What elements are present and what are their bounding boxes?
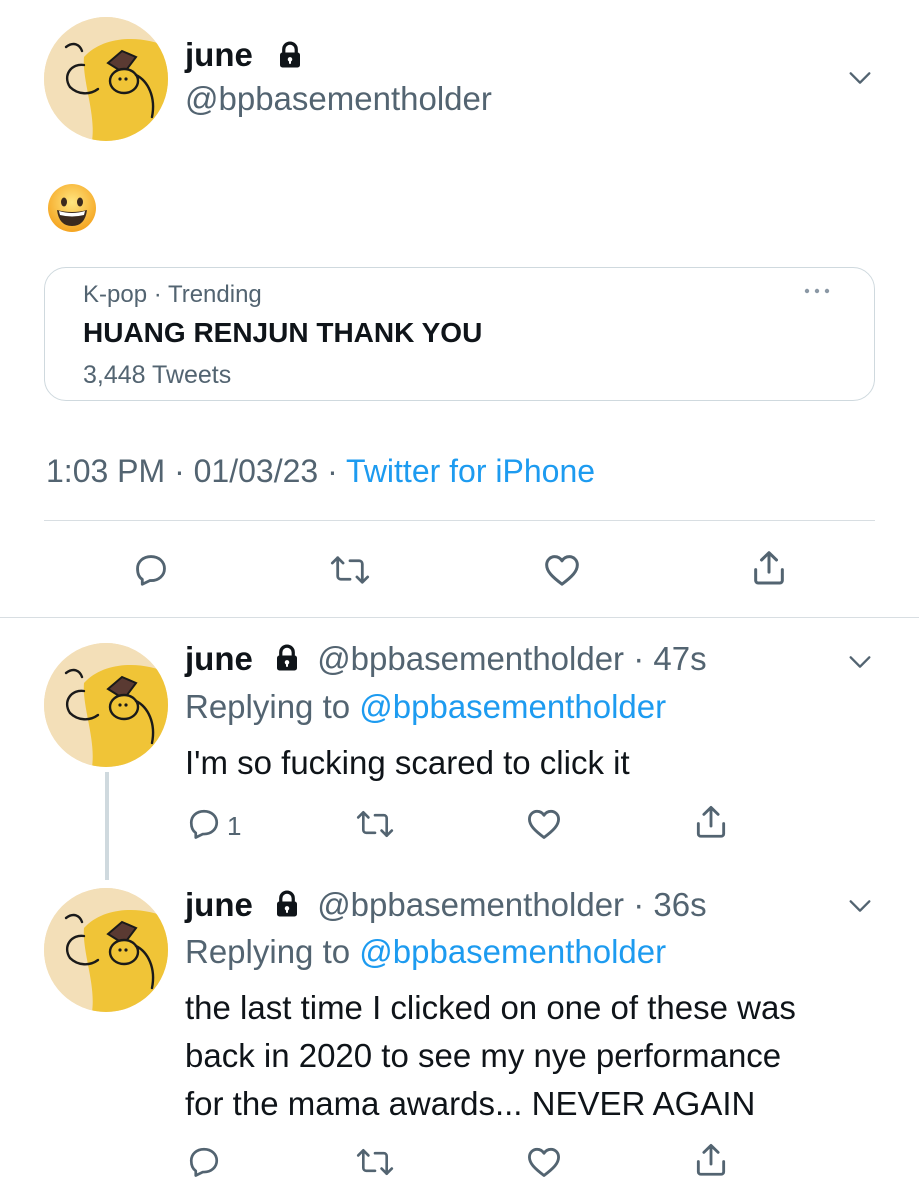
- share-icon[interactable]: [692, 1140, 730, 1180]
- lock-icon: [272, 643, 302, 673]
- replying-to-prefix: Replying to: [185, 933, 360, 970]
- trend-context: K-pop · Trending: [83, 281, 262, 308]
- user-handle[interactable]: @bpbasementholder: [317, 640, 624, 677]
- reply-icon[interactable]: [186, 1144, 222, 1180]
- chevron-down-icon[interactable]: [846, 892, 874, 920]
- avatar-illustration: [44, 17, 168, 141]
- reply-count: 1: [227, 811, 242, 841]
- share-icon[interactable]: [749, 547, 789, 589]
- reply-time[interactable]: · 47s: [633, 640, 706, 677]
- divider: [44, 520, 875, 521]
- reply-text-line: for the mama awards... NEVER AGAIN: [185, 1085, 756, 1122]
- divider: [0, 617, 919, 618]
- reply-text-line: I'm so fucking scared to click it: [185, 744, 630, 781]
- reply-icon[interactable]: [132, 551, 170, 589]
- reply-icon[interactable]: [186, 806, 222, 842]
- user-handle[interactable]: @bpbasementholder: [185, 80, 492, 118]
- avatar[interactable]: [44, 888, 168, 1012]
- thread-connector-line: [105, 772, 109, 880]
- like-icon[interactable]: [524, 1143, 564, 1181]
- lock-icon: [272, 889, 302, 919]
- tweet-timestamp: 1:03 PM · 01/03/23 ·: [46, 453, 347, 489]
- like-icon[interactable]: [524, 805, 564, 843]
- reply-header: june @bpbasementholder · 47s: [185, 640, 707, 678]
- reply-text-line: the last time I clicked on one of these …: [185, 989, 796, 1026]
- user-handle[interactable]: @bpbasementholder: [317, 886, 624, 923]
- retweet-icon[interactable]: [356, 1144, 394, 1180]
- retweet-icon[interactable]: [356, 806, 394, 842]
- user-name[interactable]: june: [185, 36, 253, 74]
- tweet-source-link[interactable]: Twitter for iPhone: [346, 453, 595, 489]
- grinning-face-emoji: [46, 182, 98, 239]
- reply-header: june @bpbasementholder · 36s: [185, 886, 707, 924]
- chevron-down-icon[interactable]: [846, 64, 874, 92]
- replying-to-handle[interactable]: @bpbasementholder: [359, 933, 666, 970]
- like-icon[interactable]: [541, 550, 583, 590]
- lock-icon: [275, 40, 305, 70]
- chevron-down-icon[interactable]: [846, 648, 874, 676]
- reply-time[interactable]: · 36s: [633, 886, 706, 923]
- replying-to-handle[interactable]: @bpbasementholder: [359, 688, 666, 725]
- avatar[interactable]: [44, 643, 168, 767]
- avatar-illustration: [44, 643, 168, 767]
- trending-card[interactable]: K-pop · Trending HUANG RENJUN THANK YOU …: [44, 267, 875, 401]
- trend-tweet-count: 3,448 Tweets: [83, 361, 232, 389]
- avatar-illustration: [44, 888, 168, 1012]
- replying-to-prefix: Replying to: [185, 688, 360, 725]
- user-name[interactable]: june: [185, 640, 253, 677]
- user-name[interactable]: june: [185, 886, 253, 923]
- tweet-timestamp-row: 1:03 PM · 01/03/23 · Twitter for iPhone: [46, 453, 595, 490]
- replying-to: Replying to @bpbasementholder: [185, 688, 666, 726]
- trend-title: HUANG RENJUN THANK YOU: [83, 317, 483, 348]
- replying-to: Replying to @bpbasementholder: [185, 933, 666, 971]
- retweet-icon[interactable]: [330, 551, 370, 589]
- share-icon[interactable]: [692, 802, 730, 842]
- more-dots-icon[interactable]: [802, 284, 832, 302]
- reply-text-line: back in 2020 to see my nye performance: [185, 1037, 782, 1074]
- avatar[interactable]: [44, 17, 168, 141]
